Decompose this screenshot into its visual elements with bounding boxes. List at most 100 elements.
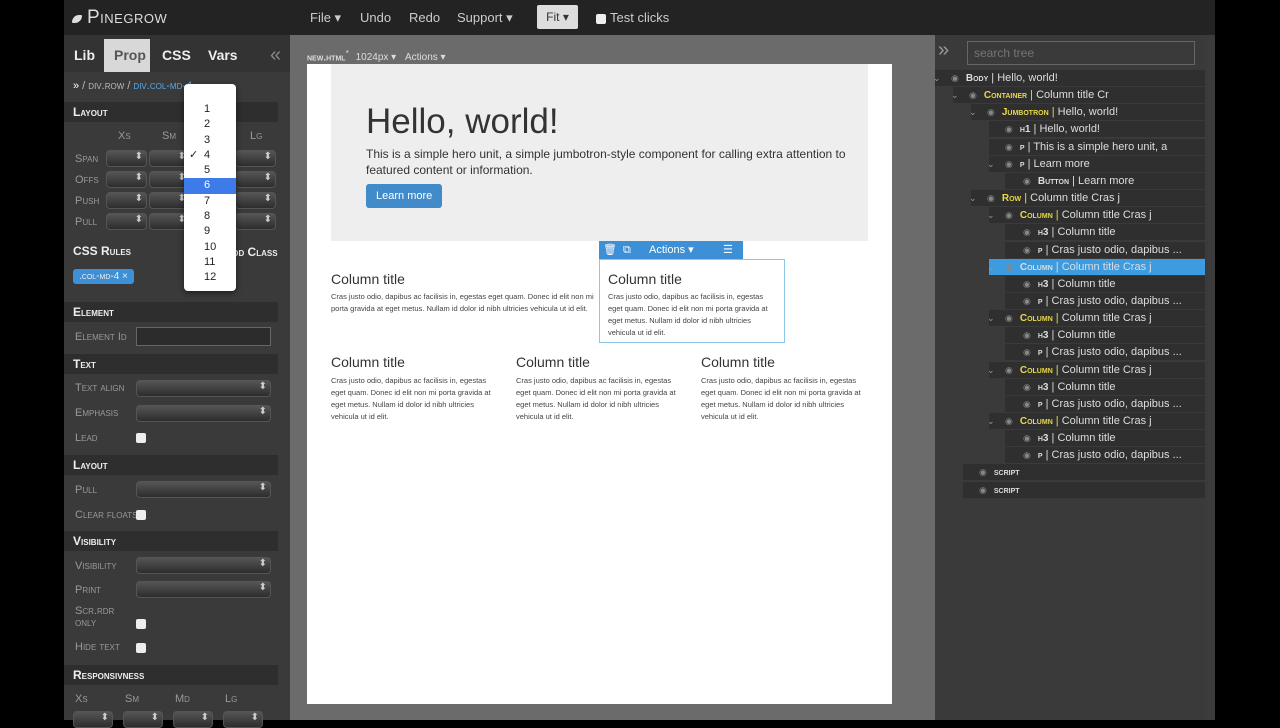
tree-node[interactable]: ⌄ ◉ Jumbotron | Hello, world! bbox=[971, 104, 1205, 121]
chevron-down-icon[interactable]: ⌄ bbox=[989, 310, 995, 326]
selection-actions-menu[interactable]: Actions ▾ bbox=[649, 241, 694, 259]
tree-node[interactable]: ◉ h3 | Column title bbox=[1005, 224, 1205, 241]
print-select[interactable] bbox=[136, 581, 271, 598]
eye-icon[interactable]: ◉ bbox=[1005, 142, 1013, 152]
span-select[interactable] bbox=[106, 150, 147, 167]
chevron-down-icon[interactable]: ⌄ bbox=[989, 259, 995, 275]
eye-icon[interactable]: ◉ bbox=[979, 485, 987, 495]
chevron-down-icon[interactable]: ⌄ bbox=[953, 87, 959, 103]
eye-icon[interactable]: ◉ bbox=[1005, 262, 1013, 272]
dropdown-option[interactable]: 3 bbox=[184, 133, 236, 148]
span-select[interactable] bbox=[235, 213, 276, 230]
span-select[interactable] bbox=[106, 171, 147, 188]
collapse-icon[interactable]: « bbox=[260, 39, 291, 72]
page-preview[interactable]: Hello, world! This is a simple hero unit… bbox=[307, 64, 892, 704]
tree-node[interactable]: ◉ Button | Learn more bbox=[1005, 172, 1205, 189]
tree-node[interactable]: ◉ script bbox=[963, 464, 1205, 481]
undo-button[interactable]: Undo bbox=[360, 10, 391, 25]
breadcrumb-row[interactable]: div.row bbox=[88, 80, 124, 92]
eye-icon[interactable]: ◉ bbox=[1005, 210, 1013, 220]
text-align-select[interactable] bbox=[136, 380, 271, 397]
dropdown-option[interactable]: 10 bbox=[184, 240, 236, 255]
eye-icon[interactable]: ◉ bbox=[1005, 416, 1013, 426]
dropdown-option[interactable]: 6 bbox=[184, 178, 236, 194]
eye-icon[interactable]: ◉ bbox=[1023, 399, 1031, 409]
file-tab[interactable]: new.html bbox=[307, 52, 346, 63]
eye-icon[interactable]: ◉ bbox=[987, 193, 995, 203]
span-select[interactable] bbox=[106, 192, 147, 209]
eye-icon[interactable]: ◉ bbox=[987, 107, 995, 117]
test-clicks-toggle[interactable]: Test clicks bbox=[596, 10, 669, 25]
tree-node[interactable]: ⌄ ◉ p | Learn more bbox=[989, 155, 1205, 172]
width-select[interactable]: 1024px ▾ bbox=[356, 52, 397, 63]
chevron-down-icon[interactable]: ⌄ bbox=[935, 70, 941, 86]
eye-icon[interactable]: ◉ bbox=[951, 73, 959, 83]
file-menu[interactable]: File ▾ bbox=[310, 10, 341, 26]
eye-icon[interactable]: ◉ bbox=[1023, 279, 1031, 289]
chevron-down-icon[interactable]: ⌄ bbox=[989, 207, 995, 223]
tree-node[interactable]: ◉ h3 | Column title bbox=[1005, 430, 1205, 447]
tree-node[interactable]: ◉ p | Cras justo odio, dapibus ... bbox=[1005, 395, 1205, 412]
trash-icon[interactable]: 🗑 bbox=[603, 241, 617, 259]
tab-prop[interactable]: Prop bbox=[104, 39, 150, 72]
eye-icon[interactable]: ◉ bbox=[1023, 296, 1031, 306]
span-select[interactable] bbox=[235, 192, 276, 209]
learn-more-button[interactable]: Learn more bbox=[366, 184, 443, 208]
emphasis-select[interactable] bbox=[136, 405, 271, 422]
tab-vars[interactable]: Vars bbox=[198, 39, 248, 72]
tab-lib[interactable]: Lib bbox=[64, 39, 105, 72]
dropdown-option[interactable]: 8 bbox=[184, 209, 236, 224]
lead-checkbox[interactable] bbox=[136, 433, 146, 443]
chevron-down-icon[interactable]: ⌄ bbox=[989, 156, 995, 172]
eye-icon[interactable]: ◉ bbox=[1005, 365, 1013, 375]
chevron-down-icon[interactable]: ⌄ bbox=[971, 190, 977, 206]
visibility-select[interactable] bbox=[136, 557, 271, 574]
eye-icon[interactable]: ◉ bbox=[979, 467, 987, 477]
span-select[interactable] bbox=[235, 150, 276, 167]
tree-node[interactable]: ⌄ ◉ Column | Column title Cras j bbox=[989, 361, 1205, 378]
eye-icon[interactable]: ◉ bbox=[1023, 330, 1031, 340]
eye-icon[interactable]: ◉ bbox=[1023, 382, 1031, 392]
fit-button[interactable]: Fit ▾ bbox=[537, 5, 578, 29]
dropdown-option[interactable]: 5 bbox=[184, 163, 236, 178]
eye-icon[interactable]: ◉ bbox=[1023, 347, 1031, 357]
eye-icon[interactable]: ◉ bbox=[1023, 433, 1031, 443]
expand-icon[interactable]: » bbox=[938, 39, 949, 62]
tab-css[interactable]: CSS bbox=[152, 39, 201, 72]
tree-node[interactable]: ◉ h3 | Column title bbox=[1005, 275, 1205, 292]
eye-icon[interactable]: ◉ bbox=[1023, 450, 1031, 460]
tree-node[interactable]: ◉ p | This is a simple hero unit, a bbox=[989, 138, 1205, 155]
dropdown-option[interactable]: 7 bbox=[184, 194, 236, 209]
jumbotron[interactable]: Hello, world! This is a simple hero unit… bbox=[331, 64, 868, 241]
tree-node[interactable]: ⌄ ◉ Column | Column title Cras j bbox=[989, 258, 1205, 275]
tree-node[interactable]: ⌄ ◉ Column | Column title Cras j bbox=[989, 207, 1205, 224]
tree-node[interactable]: ⌄ ◉ Column | Column title Cras j bbox=[989, 413, 1205, 429]
canvas-actions-menu[interactable]: Actions ▾ bbox=[405, 52, 446, 63]
dropdown-option[interactable]: 2 bbox=[184, 117, 236, 132]
tree-node[interactable]: ⌄ ◉ Row | Column title Cras j bbox=[971, 190, 1205, 207]
class-chip[interactable]: .col-md-4 × bbox=[73, 269, 134, 284]
dropdown-option[interactable]: ✓ 4 bbox=[184, 148, 236, 163]
tree-node[interactable]: ◉ h3 | Column title bbox=[1005, 327, 1205, 344]
eye-icon[interactable]: ◉ bbox=[969, 90, 977, 100]
scr-only-checkbox[interactable] bbox=[136, 619, 146, 629]
eye-icon[interactable]: ◉ bbox=[1023, 227, 1031, 237]
tree-node[interactable]: ◉ script bbox=[963, 481, 1205, 498]
span-select[interactable] bbox=[235, 171, 276, 188]
tree-node[interactable]: ◉ p | Cras justo odio, dapibus ... bbox=[1005, 344, 1205, 361]
tree-node[interactable]: ◉ p | Cras justo odio, dapibus ... bbox=[1005, 447, 1205, 464]
chevron-down-icon[interactable]: ⌄ bbox=[989, 362, 995, 378]
tree-node[interactable]: ◉ h3 | Column title bbox=[1005, 378, 1205, 395]
tree-node[interactable]: ⌄ ◉ Body | Hello, world! bbox=[935, 70, 1205, 86]
checkbox[interactable] bbox=[596, 13, 606, 24]
search-tree-input[interactable] bbox=[967, 41, 1195, 65]
tree-node[interactable]: ◉ p | Cras justo odio, dapibus ... bbox=[1005, 292, 1205, 309]
hide-text-checkbox[interactable] bbox=[136, 643, 146, 653]
tree-node[interactable]: ◉ h1 | Hello, world! bbox=[989, 121, 1205, 138]
eye-icon[interactable]: ◉ bbox=[1005, 313, 1013, 323]
element-id-input[interactable] bbox=[136, 327, 271, 346]
support-menu[interactable]: Support ▾ bbox=[457, 10, 513, 26]
redo-button[interactable]: Redo bbox=[409, 10, 440, 25]
dropdown-option[interactable]: 1 bbox=[184, 102, 236, 117]
chevron-down-icon[interactable]: ⌄ bbox=[989, 413, 995, 429]
